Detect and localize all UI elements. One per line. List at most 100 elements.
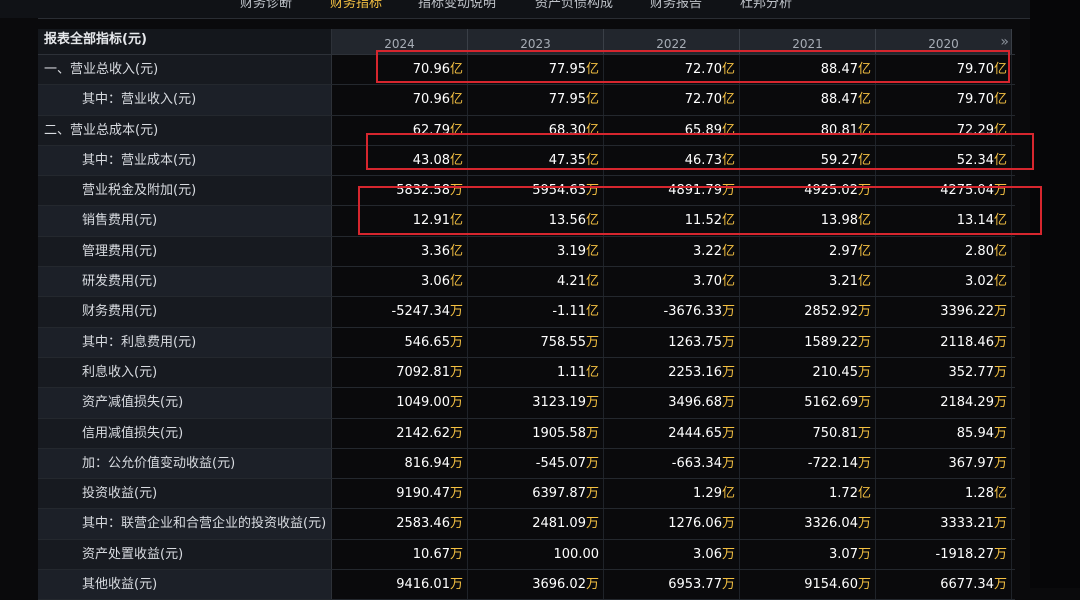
tab-dupont-analysis[interactable]: 杜邦分析 (740, 0, 792, 11)
value-cell: 6677.34万 (876, 570, 1012, 600)
tab-financial-report[interactable]: 财务报告 (650, 0, 702, 11)
value-cell: 2142.62万 (332, 418, 468, 448)
value-cell: 2481.09万 (468, 509, 604, 539)
value-unit: 万 (721, 577, 735, 593)
table-row[interactable]: 销售费用(元) 12.91亿 13.56亿 11.52亿 13.98亿 13.14亿 (38, 206, 1015, 237)
value-number: 62.79 (412, 122, 450, 138)
value-number: 72.29 (956, 122, 994, 138)
tab-financial-indicators[interactable]: 财务指标 (330, 0, 382, 11)
value-cell: 85.94万 (876, 418, 1012, 448)
table-row[interactable]: 其他收益(元) 9416.01万 3696.02万 6953.77万 9154.60万 6… (38, 570, 1015, 600)
tab-balance-composition[interactable]: 资产负债构成 (535, 0, 613, 11)
table-row[interactable]: 信用减值损失(元) 2142.62万 1905.58万 2444.65万 750.81万… (38, 418, 1015, 449)
table-row[interactable]: 其中：利息费用(元) 546.65万 758.55万 1263.75万 1589.22万… (38, 327, 1015, 358)
value-cell: 758.55万 (468, 327, 604, 357)
value-cell: 546.65万 (332, 327, 468, 357)
row-label: 财务费用(元) (38, 297, 332, 327)
value-cell: 2184.29万 (876, 388, 1012, 418)
value-unit: 万 (993, 364, 1007, 380)
value-cell: 6397.87万 (468, 479, 604, 509)
value-unit: 万 (721, 304, 735, 320)
value-number: 1.29 (693, 486, 722, 502)
tab-indicator-change-notes[interactable]: 指标变动说明 (418, 0, 496, 11)
year-header-2020[interactable]: 2020 (876, 29, 1012, 54)
row-label: 其中：营业收入(元) (38, 85, 332, 115)
value-unit: 万 (857, 304, 871, 320)
value-number: 3.02 (965, 274, 994, 290)
year-header-2024[interactable]: 2024 (332, 29, 468, 54)
value-number: 6953.77 (668, 577, 722, 593)
value-number: 4.21 (557, 274, 586, 290)
table-row[interactable]: 管理费用(元) 3.36亿 3.19亿 3.22亿 2.97亿 2.80亿 (38, 236, 1015, 268)
value-cell: 3396.22万 (876, 297, 1012, 327)
value-unit: 万 (585, 577, 599, 593)
value-number: 816.94 (404, 455, 450, 471)
value-cell: 2.97亿 (740, 236, 876, 267)
table-row[interactable]: 营业税金及附加(元) 5832.58万 5954.63万 4891.79万 4925.0… (38, 176, 1015, 207)
value-number: 1049.00 (396, 395, 450, 411)
value-cell: 6953.77万 (604, 570, 740, 600)
tab-financial-diagnosis[interactable]: 财务诊断 (240, 0, 292, 11)
value-cell: 3123.19万 (468, 388, 604, 418)
value-cell: 352.77万 (876, 357, 1012, 388)
table-row[interactable]: 研发费用(元) 3.06亿 4.21亿 3.70亿 3.21亿 3.02亿 (38, 267, 1015, 298)
value-number: 3696.02 (532, 577, 586, 593)
value-unit: 万 (857, 334, 871, 350)
value-number: 3.21 (829, 274, 858, 290)
table-row[interactable]: 其中：营业收入(元) 70.96亿 77.95亿 72.70亿 88.47亿 79.70亿 (38, 85, 1015, 116)
value-unit: 万 (585, 395, 599, 411)
value-number: 3496.68 (668, 395, 722, 411)
value-number: 5162.69 (804, 395, 858, 411)
value-number: 77.95 (548, 92, 586, 108)
value-unit: 万 (721, 395, 735, 411)
row-label: 资产处置收益(元) (38, 539, 332, 570)
value-unit: 亿 (857, 122, 871, 138)
row-label: 加：公允价值变动收益(元) (38, 448, 332, 479)
value-cell: 5954.63万 (468, 176, 604, 206)
table-row[interactable]: 一、营业总收入(元) 70.96亿 77.95亿 72.70亿 88.47亿 79.70亿 (38, 55, 1015, 86)
value-number: 100.00 (553, 546, 600, 562)
value-unit: 亿 (857, 274, 871, 290)
value-number: 85.94 (956, 425, 994, 441)
year-header-2023[interactable]: 2023 (468, 29, 604, 54)
table-row[interactable]: 资产减值损失(元) 1049.00万 3123.19万 3496.68万 5162.69… (38, 388, 1015, 419)
value-cell: 3696.02万 (468, 570, 604, 600)
value-number: 1.72 (829, 486, 858, 502)
value-cell: 43.08亿 (332, 145, 468, 176)
table-row[interactable]: 利息收入(元) 7092.81万 1.11亿 2253.16万 210.45万 352.7… (38, 357, 1015, 389)
value-unit: 万 (993, 516, 1007, 532)
value-unit: 亿 (993, 122, 1007, 138)
value-number: 3.06 (421, 274, 450, 290)
value-cell: 13.56亿 (468, 206, 604, 236)
table-row[interactable]: 其中：联营企业和合营企业的投资收益(元) 2583.46万 2481.09万 1276… (38, 509, 1015, 540)
value-cell: 3333.21万 (876, 509, 1012, 539)
value-unit: 亿 (857, 62, 871, 77)
table-row[interactable]: 财务费用(元) -5247.34万 -1.11亿 -3676.33万 2852.92万 3… (38, 297, 1015, 328)
year-header-2021[interactable]: 2021 (740, 29, 876, 54)
value-number: 52.34 (956, 152, 994, 168)
value-cell: 4.21亿 (468, 267, 604, 297)
value-unit: 万 (449, 455, 463, 471)
value-number: 13.56 (548, 213, 586, 229)
value-unit: 万 (585, 516, 599, 532)
value-number: 3.19 (557, 243, 586, 259)
right-scroll-strip[interactable] (1030, 0, 1080, 588)
more-years-icon[interactable]: » (1000, 34, 1009, 50)
year-header-2022[interactable]: 2022 (604, 29, 740, 54)
value-number: 3123.19 (532, 395, 586, 411)
table-row[interactable]: 二、营业总成本(元) 62.79亿 68.30亿 65.89亿 80.81亿 72.29亿 (38, 115, 1015, 146)
table-row[interactable]: 投资收益(元) 9190.47万 6397.87万 1.29亿 1.72亿 1.28亿 (38, 479, 1015, 510)
value-unit: 亿 (993, 243, 1007, 259)
value-cell: 77.95亿 (468, 55, 604, 85)
table-row[interactable]: 加：公允价值变动收益(元) 816.94万 -545.07万 -663.34万 -722… (38, 448, 1015, 480)
value-number: 3333.21 (940, 516, 994, 532)
table-row[interactable]: 其中：营业成本(元) 43.08亿 47.35亿 46.73亿 59.27亿 52.34亿 (38, 145, 1015, 177)
value-unit: 亿 (585, 152, 599, 168)
value-cell: 10.67万 (332, 539, 468, 570)
value-unit: 亿 (857, 243, 871, 259)
value-unit: 亿 (721, 122, 735, 138)
value-cell: 77.95亿 (468, 85, 604, 115)
value-number: 68.30 (548, 122, 586, 138)
value-cell: 65.89亿 (604, 115, 740, 145)
table-row[interactable]: 资产处置收益(元) 10.67万 100.00 3.06万 3.07万 -1918.27万 (38, 539, 1015, 571)
